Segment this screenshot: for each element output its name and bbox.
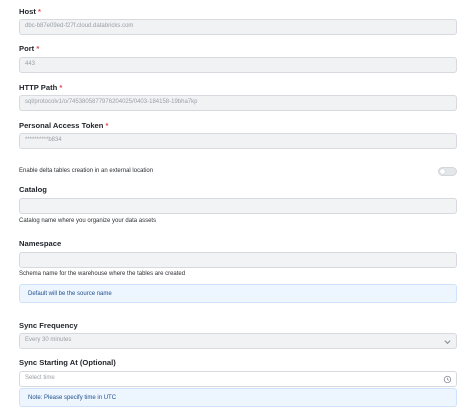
required-marker: *: [38, 7, 41, 16]
required-marker: *: [59, 83, 63, 92]
namespace-field[interactable]: [19, 252, 457, 268]
port-value: 443: [25, 61, 36, 67]
catalog-field[interactable]: [19, 198, 457, 214]
namespace-note: Default will be the source name: [19, 284, 457, 303]
external-location-label: Enable delta tables creation in an exter…: [19, 168, 154, 174]
sync-time-note-text: Note: Please specify time in UTC: [28, 395, 117, 401]
namespace-label: Namespace: [19, 239, 62, 248]
token-field[interactable]: **********b834: [19, 133, 457, 149]
namespace-help: Schema name for the warehouse where the …: [19, 271, 186, 277]
catalog-help: Catalog name where you organize your dat…: [19, 218, 157, 224]
host-value: dbc-b87e09ed-f27f.cloud.databricks.com: [25, 23, 134, 29]
port-label: Port *: [19, 44, 40, 53]
clock-icon[interactable]: [443, 375, 452, 384]
required-marker: *: [36, 44, 40, 53]
external-location-toggle[interactable]: [438, 167, 457, 176]
token-label: Personal Access Token *: [19, 121, 109, 130]
host-label: Host *: [19, 7, 41, 16]
sync-time-note: Note: Please specify time in UTC: [19, 388, 457, 407]
http-path-field[interactable]: sql/protocolv1/o/7453805877976204025/040…: [19, 95, 457, 111]
sync-frequency-value: Every 30 minutes: [25, 337, 72, 343]
chevron-down-icon: [444, 340, 451, 345]
namespace-note-text: Default will be the source name: [28, 291, 112, 297]
required-marker: *: [105, 121, 109, 130]
token-value: **********b834: [25, 137, 62, 143]
toggle-knob: [440, 169, 445, 174]
sync-frequency-select[interactable]: Every 30 minutes: [19, 333, 457, 349]
http-path-label: HTTP Path *: [19, 83, 63, 92]
http-path-value: sql/protocolv1/o/7453805877976204025/040…: [25, 99, 198, 105]
port-field[interactable]: 443: [19, 57, 457, 73]
catalog-label: Catalog: [19, 185, 47, 194]
sync-starting-at-label: Sync Starting At (Optional): [19, 358, 116, 367]
host-field[interactable]: dbc-b87e09ed-f27f.cloud.databricks.com: [19, 19, 457, 35]
sync-starting-at-field[interactable]: Select time: [19, 371, 457, 387]
sync-starting-at-placeholder: Select time: [25, 375, 55, 381]
sync-frequency-label: Sync Frequency: [19, 321, 78, 330]
